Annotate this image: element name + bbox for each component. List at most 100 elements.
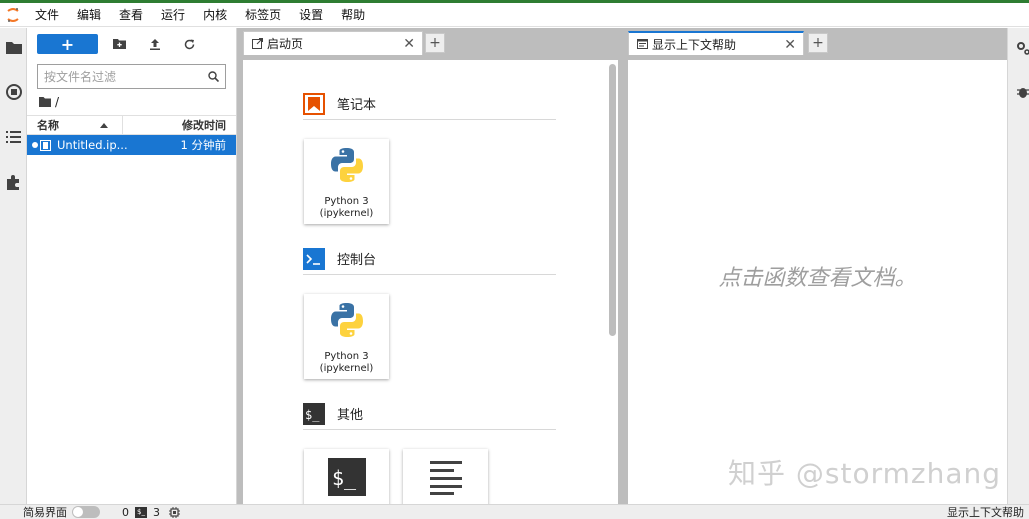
menu-tabs[interactable]: 标签页: [236, 3, 290, 27]
toc-tab[interactable]: [0, 122, 27, 152]
folder-icon[interactable]: [39, 97, 51, 107]
kernel-status-icon: [169, 506, 180, 518]
notebook-section-title: 笔记本: [337, 98, 377, 113]
menu-edit[interactable]: 编辑: [68, 3, 110, 27]
column-header-modified[interactable]: 修改时间: [123, 116, 236, 134]
text-file-icon: [429, 461, 462, 495]
text-file-card[interactable]: [403, 449, 488, 504]
refresh-button[interactable]: [172, 32, 207, 56]
help-placeholder-message: 点击函数查看文档。: [718, 266, 917, 291]
property-inspector-tab[interactable]: [1016, 41, 1029, 58]
other-section-header: $_ 其他: [303, 398, 556, 430]
notebook-section: 笔记本: [303, 88, 556, 120]
python-logo-icon: [330, 303, 363, 337]
launcher-dock-panel: 启动页 ✕ + 笔记本 Python 3 (ipykernel) 控制台 Pyt…: [237, 28, 622, 504]
terminal-icon: $_: [303, 402, 325, 425]
menu-help[interactable]: 帮助: [332, 3, 374, 27]
extensions-tab[interactable]: [0, 167, 27, 197]
add-tab-button[interactable]: +: [808, 33, 828, 53]
notebook-python3-card[interactable]: Python 3 (ipykernel): [304, 139, 389, 224]
add-tab-button[interactable]: +: [425, 33, 445, 53]
file-list-item[interactable]: Untitled.ip... 1 分钟前: [27, 135, 236, 155]
console-section-header: 控制台: [303, 243, 556, 275]
status-right-text: 显示上下文帮助: [947, 506, 1024, 519]
file-list-header: 名称 修改时间: [27, 115, 236, 135]
file-browser-toolbar: +: [27, 28, 236, 60]
running-tab[interactable]: [0, 77, 27, 107]
terminal-count[interactable]: 3: [153, 506, 160, 519]
gears-icon: [1017, 42, 1029, 55]
menu-bar: 文件 编辑 查看 运行 内核 标签页 设置 帮助: [0, 3, 1029, 27]
search-icon: [208, 71, 219, 82]
new-folder-icon: [113, 39, 126, 49]
tab-contextual-help[interactable]: 显示上下文帮助 ✕: [628, 31, 804, 55]
simple-mode-toggle[interactable]: [72, 506, 100, 518]
notebook-icon: [303, 92, 325, 115]
new-folder-button[interactable]: [102, 32, 137, 56]
terminal-icon: $_: [327, 458, 366, 496]
simple-mode-label: 简易界面: [23, 506, 67, 519]
tab-launcher-title: 启动页: [267, 37, 304, 51]
menu-run[interactable]: 运行: [152, 3, 194, 27]
console-card-label-line2: (ipykernel): [319, 363, 374, 374]
close-icon[interactable]: ✕: [784, 37, 796, 53]
launch-icon: [252, 38, 263, 49]
console-card-label-line1: Python 3: [324, 351, 369, 362]
right-activity-bar: [1007, 28, 1029, 504]
other-section-title: 其他: [337, 408, 364, 423]
file-browser-panel: + / 名称 修改时间 Untitled.ip... 1 分钟前: [27, 28, 237, 504]
launcher-content: 笔记本 Python 3 (ipykernel) 控制台 Python 3 (i…: [243, 60, 618, 504]
launcher-tab-bar: 启动页 ✕ +: [237, 28, 622, 55]
console-section-title: 控制台: [337, 253, 377, 268]
file-filter-box: [37, 64, 226, 89]
terminal-icon: $_: [135, 506, 147, 518]
file-filter-input[interactable]: [44, 69, 208, 84]
upload-icon: [149, 38, 160, 50]
help-panel-icon: [637, 39, 648, 49]
help-tab-bar: 显示上下文帮助 ✕ +: [622, 28, 1007, 55]
notebook-section-header: 笔记本: [303, 88, 556, 120]
notebook-card-label-line2: (ipykernel): [319, 208, 374, 219]
tab-launcher[interactable]: 启动页 ✕: [243, 31, 423, 55]
file-modified-time: 1 分钟前: [180, 138, 226, 152]
jupyter-logo-icon: [0, 7, 26, 23]
watermark-text: 知乎 @stormzhang: [728, 457, 1002, 490]
close-icon[interactable]: ✕: [403, 36, 415, 52]
stop-circle-icon: [5, 84, 22, 100]
kernel-count[interactable]: 0: [122, 506, 129, 519]
upload-button[interactable]: [137, 32, 172, 56]
console-icon: [303, 247, 325, 270]
svg-text:$_: $_: [332, 466, 357, 490]
svg-text:$_: $_: [305, 408, 320, 422]
python-logo-icon: [330, 148, 363, 182]
status-bar: 简易界面 0 $_ 3 显示上下文帮助: [0, 504, 1029, 519]
notebook-file-icon: [40, 139, 51, 151]
other-section: $_ 其他: [303, 398, 556, 430]
new-launcher-button[interactable]: +: [37, 34, 98, 54]
console-section: 控制台: [303, 243, 556, 275]
breadcrumb: /: [27, 89, 236, 115]
puzzle-icon: [7, 174, 19, 190]
file-name: Untitled.ip...: [57, 138, 127, 152]
menu-view[interactable]: 查看: [110, 3, 152, 27]
list-icon: [6, 131, 21, 143]
console-python3-card[interactable]: Python 3 (ipykernel): [304, 294, 389, 379]
folder-icon: [5, 41, 22, 54]
notebook-card-label-line1: Python 3: [324, 196, 369, 207]
breadcrumb-root[interactable]: /: [55, 95, 59, 109]
file-browser-tab[interactable]: [0, 32, 27, 62]
refresh-icon: [184, 39, 195, 49]
launcher-scrollbar[interactable]: [609, 64, 616, 336]
contextual-help-content: 点击函数查看文档。 知乎 @stormzhang: [628, 60, 1007, 504]
main-dock-area: 启动页 ✕ + 笔记本 Python 3 (ipykernel) 控制台 Pyt…: [237, 28, 1007, 504]
menu-settings[interactable]: 设置: [290, 3, 332, 27]
left-activity-bar: [0, 28, 27, 504]
column-header-name[interactable]: 名称: [27, 116, 123, 134]
tab-help-title: 显示上下文帮助: [652, 37, 737, 52]
menu-kernel[interactable]: 内核: [194, 3, 236, 27]
running-indicator-icon: [32, 142, 38, 148]
bug-icon: [1017, 88, 1029, 98]
menu-file[interactable]: 文件: [26, 3, 68, 27]
debugger-tab[interactable]: [1016, 85, 1029, 102]
terminal-card[interactable]: $_: [304, 449, 389, 504]
